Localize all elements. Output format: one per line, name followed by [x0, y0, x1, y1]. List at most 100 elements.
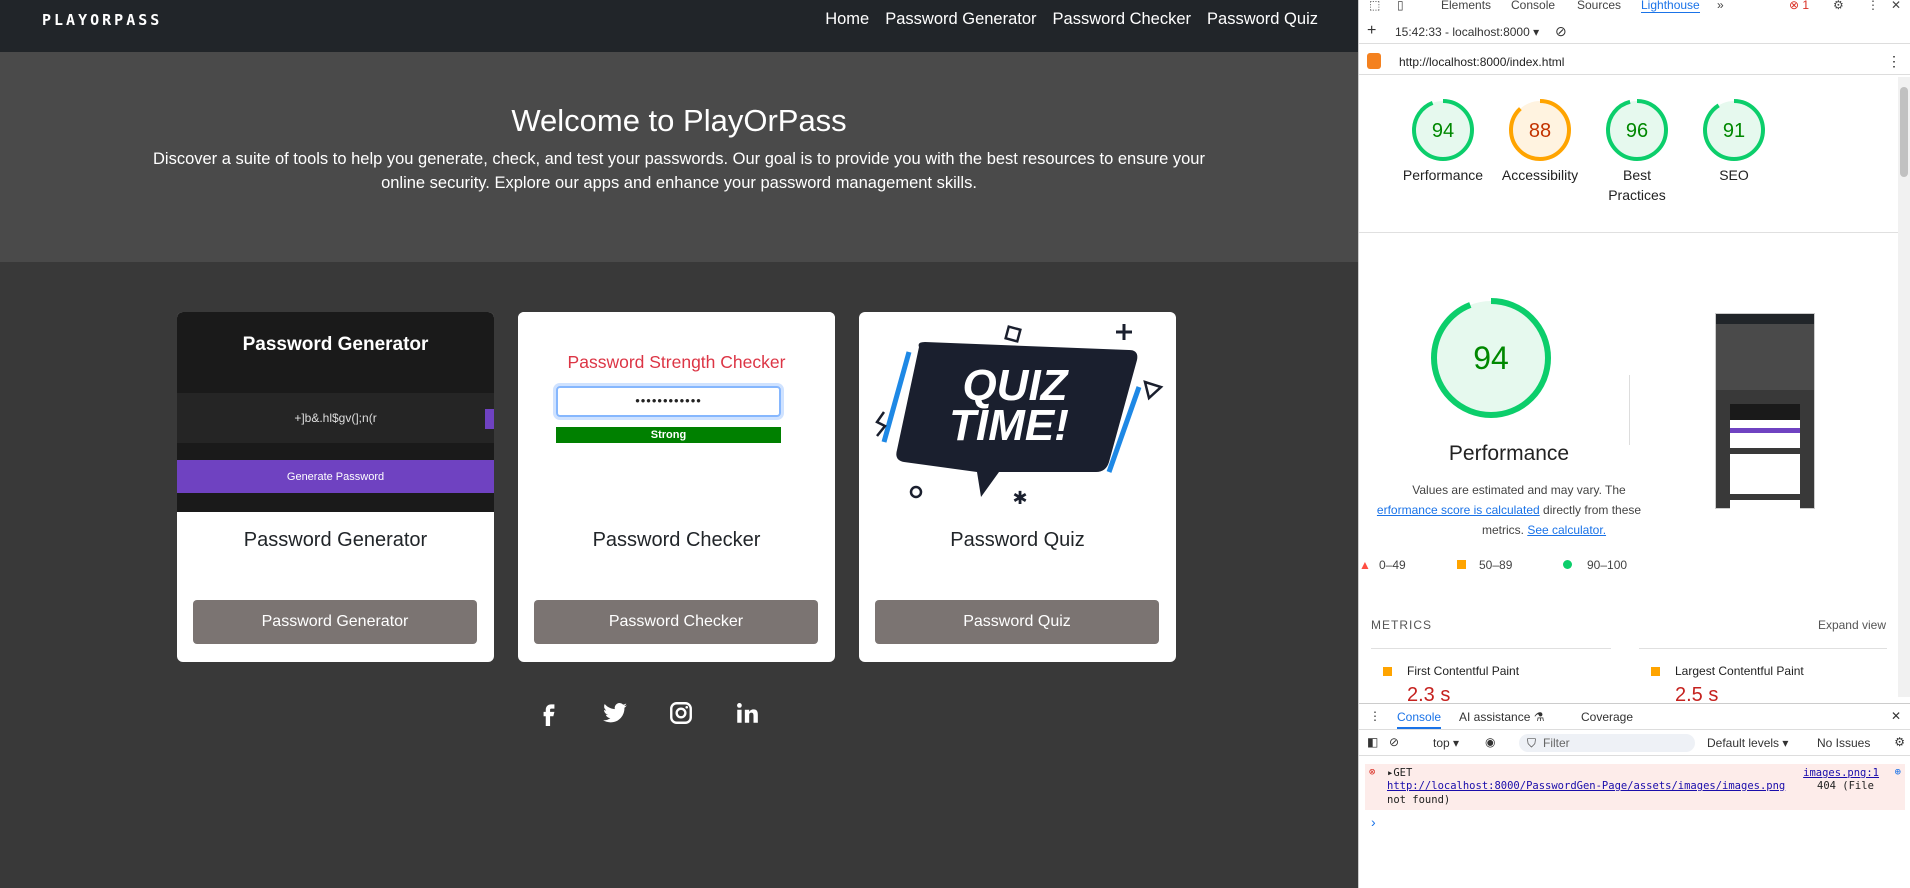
context-selector[interactable]: top ▾: [1433, 736, 1459, 750]
device-toolbar-icon[interactable]: ▯: [1397, 0, 1404, 12]
console-drawer: ⋮ Console AI assistance ⚗ Coverage ✕ ◧ ⊘…: [1359, 703, 1910, 888]
expand-view-toggle[interactable]: Expand view: [1818, 618, 1886, 632]
metric-divider: [1639, 648, 1887, 649]
clear-console-icon[interactable]: ⊘: [1389, 735, 1399, 749]
filter-icon: ⛉: [1527, 736, 1537, 750]
ai-assistance-label: AI assistance: [1459, 710, 1531, 724]
settings-icon[interactable]: ⚙: [1833, 0, 1844, 12]
close-drawer-icon[interactable]: ✕: [1891, 709, 1901, 723]
see-calculator-link[interactable]: See calculator.: [1527, 523, 1606, 537]
error-method: GET: [1393, 767, 1413, 779]
report-menu-icon[interactable]: ⋮: [1887, 53, 1901, 70]
report-selector[interactable]: 15:42:33 - localhost:8000 ▾: [1395, 25, 1539, 39]
vertical-divider: [1629, 375, 1630, 445]
thumb-strength-bar: Strong: [556, 427, 781, 443]
drawer-tab-coverage[interactable]: Coverage: [1581, 710, 1633, 724]
pass-circle-icon: [1563, 560, 1572, 569]
kebab-menu-icon[interactable]: ⋮: [1867, 0, 1879, 12]
nav-password-checker[interactable]: Password Checker: [1053, 10, 1191, 29]
divider: [1359, 232, 1899, 233]
console-error-message: ⊗ ▸GET images.png:1 ⊕ http://localhost:8…: [1365, 764, 1905, 810]
lighthouse-toolbar: + 15:42:33 - localhost:8000 ▾ ⊘: [1359, 20, 1910, 44]
score-performance: 94: [1432, 120, 1454, 142]
clear-reports-icon[interactable]: ⊘: [1555, 23, 1567, 40]
linkedin-icon[interactable]: [734, 700, 760, 726]
thumb-hero: [1716, 324, 1814, 390]
gauge-accessibility[interactable]: 88 Accessibility: [1492, 97, 1588, 185]
facebook-icon[interactable]: [536, 700, 562, 726]
thumb-title: Password Generator: [242, 334, 429, 355]
sidebar-toggle-icon[interactable]: ◧: [1367, 735, 1378, 749]
error-source-link[interactable]: images.png:1: [1803, 767, 1879, 779]
report-url-bar: http://localhost:8000/index.html ⋮: [1359, 49, 1910, 75]
score-seo: 91: [1723, 120, 1745, 142]
password-generator-button[interactable]: Password Generator: [193, 600, 477, 644]
score-calculated-link[interactable]: erformance score is calculated: [1377, 503, 1540, 517]
console-settings-icon[interactable]: ⚙: [1894, 735, 1905, 749]
more-tabs-icon[interactable]: »: [1717, 0, 1724, 12]
gauge-performance[interactable]: 94 Performance: [1395, 97, 1491, 185]
legend-average: 50–89: [1479, 558, 1513, 572]
desc-line-2: directly from these: [1543, 503, 1642, 517]
report-scrollbar[interactable]: [1898, 77, 1910, 697]
console-filter-input[interactable]: ⛉ Filter: [1519, 734, 1695, 752]
password-checker-button[interactable]: Password Checker: [534, 600, 818, 644]
tab-sources[interactable]: Sources: [1577, 0, 1621, 12]
drawer-menu-icon[interactable]: ⋮: [1369, 709, 1381, 723]
tab-console[interactable]: Console: [1511, 0, 1555, 12]
desc-line-3: metrics.: [1481, 523, 1524, 537]
nav-home[interactable]: Home: [825, 10, 869, 29]
performance-heading: Performance: [1448, 442, 1570, 465]
site-logo[interactable]: PLAYORPASS: [42, 11, 162, 29]
drawer-tab-ai-assistance[interactable]: AI assistance ⚗: [1459, 710, 1544, 724]
performance-description: Values are estimated and may vary. The e…: [1359, 480, 1659, 540]
live-expression-icon[interactable]: ◉: [1485, 735, 1495, 749]
gauge-best-practices[interactable]: 96 Best Practices: [1589, 97, 1685, 205]
card-password-quiz: QUIZ TIME! ✱ Password Quiz Password Quiz: [859, 312, 1176, 662]
report-selector-label: 15:42:33 - localhost:8000: [1395, 25, 1530, 39]
console-prompt[interactable]: ›: [1371, 814, 1376, 830]
tab-elements[interactable]: Elements: [1441, 0, 1491, 12]
inspect-icon[interactable]: ⬚: [1369, 0, 1380, 12]
error-status: 404 (File: [1817, 780, 1874, 792]
performance-big-gauge: 94: [1429, 296, 1553, 425]
nav-links: Home Password Generator Password Checker…: [825, 10, 1318, 29]
thumb-card-1: [1730, 404, 1800, 448]
issues-button[interactable]: No Issues: [1817, 736, 1870, 750]
nav-password-quiz[interactable]: Password Quiz: [1207, 10, 1318, 29]
log-levels-dropdown[interactable]: Default levels ▾: [1707, 736, 1788, 750]
lighthouse-icon: [1367, 53, 1381, 69]
new-report-icon[interactable]: +: [1367, 22, 1376, 40]
error-count-badge[interactable]: ⊗ 1: [1789, 0, 1809, 12]
gauge-label: Best Practices: [1608, 167, 1666, 203]
website-viewport: PLAYORPASS Home Password Generator Passw…: [0, 0, 1358, 888]
hero-section: Welcome to PlayOrPass Discover a suite o…: [0, 52, 1358, 262]
checker-thumbnail: Password Strength Checker •••••••••••• S…: [518, 312, 835, 512]
gauge-label: Accessibility: [1501, 167, 1579, 183]
thumb-title: Password Strength Checker: [567, 352, 786, 372]
page-screenshot-thumbnail[interactable]: [1715, 313, 1815, 510]
error-expand[interactable]: ▸GET: [1387, 767, 1412, 779]
console-toolbar: ◧ ⊘ top ▾ ◉ ⛉ Filter Default levels ▾ No …: [1359, 730, 1910, 756]
instagram-icon[interactable]: [668, 700, 694, 726]
error-url-link[interactable]: http://localhost:8000/PasswordGen-Page/a…: [1387, 780, 1785, 792]
scrollbar-thumb[interactable]: [1900, 87, 1908, 177]
twitter-icon[interactable]: [602, 700, 628, 726]
tab-lighthouse[interactable]: Lighthouse: [1641, 0, 1700, 13]
quiz-thumbnail: QUIZ TIME! ✱: [859, 312, 1176, 512]
drawer-tab-console[interactable]: Console: [1397, 710, 1442, 729]
card-password-checker: Password Strength Checker •••••••••••• S…: [518, 312, 835, 662]
context-label: top: [1433, 736, 1450, 750]
score-gauges: 94 Performance 88 Accessibility 96 Best …: [1359, 97, 1899, 217]
network-request-icon[interactable]: ⊕: [1895, 766, 1901, 778]
devtools-panel: ⬚ ▯ Elements Console Sources Lighthouse …: [1358, 0, 1910, 888]
password-quiz-button[interactable]: Password Quiz: [875, 600, 1159, 644]
nav-password-generator[interactable]: Password Generator: [885, 10, 1036, 29]
fail-triangle-icon: ▲: [1359, 558, 1371, 572]
average-square-icon: [1651, 667, 1660, 676]
thumb-password: +]b&.hl$gv(];n(r: [177, 393, 494, 443]
close-devtools-icon[interactable]: ✕: [1891, 0, 1901, 12]
gauge-seo[interactable]: 91 SEO: [1686, 97, 1782, 185]
metric-fcp: First Contentful Paint 2.3 s: [1383, 664, 1519, 707]
average-square-icon: [1457, 560, 1466, 569]
